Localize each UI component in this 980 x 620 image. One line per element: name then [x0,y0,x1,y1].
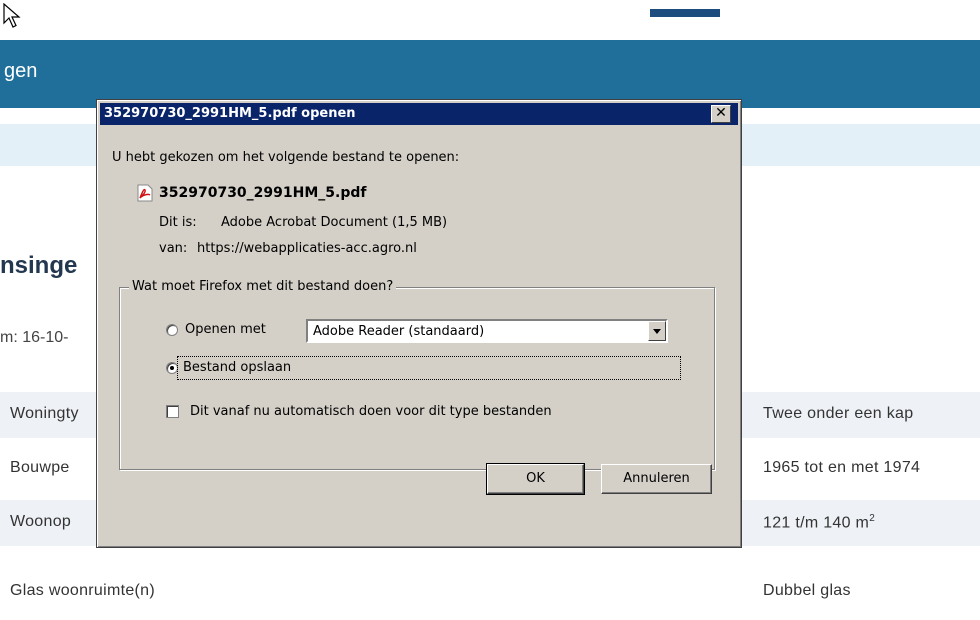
radio-selected-dot [170,366,174,370]
row-label: Glas woonruimte(n) [10,582,156,599]
row-label: Woonop [10,513,72,530]
row-value-text: 121 t/m 140 m [763,514,870,532]
intro-text: U hebt gekozen om het volgende bestand t… [112,150,460,165]
top-accent-bar [650,9,720,17]
page-heading: nsinge [0,252,78,279]
save-file-label[interactable]: Bestand opslaan [183,360,291,375]
dialog-title: 352970730_2991HM_5.pdf openen [104,106,356,121]
ok-button[interactable]: OK [486,463,585,495]
row-value: Twee onder een kap [763,405,914,422]
close-icon[interactable]: ✕ [711,105,731,123]
row-value: 121 t/m 140 m2 [763,513,875,532]
open-file-dialog: 352970730_2991HM_5.pdf openen ✕ U hebt g… [96,99,742,548]
row-value: Dubbel glas [763,582,851,599]
file-name: 352970730_2991HM_5.pdf [159,185,367,201]
open-with-radio[interactable] [166,324,178,336]
file-type-label: Dit is: [159,215,197,230]
file-source-label: van: [159,241,188,256]
row-value: 1965 tot en met 1974 [763,459,921,476]
dialog-titlebar[interactable]: 352970730_2991HM_5.pdf openen ✕ [100,103,738,125]
application-select-value: Adobe Reader (standaard) [313,324,485,339]
auto-action-checkbox[interactable] [166,405,179,418]
unit-superscript: 2 [869,513,876,524]
action-group-label: Wat moet Firefox met dit bestand doen? [129,279,397,294]
page-banner [0,40,980,108]
open-with-label[interactable]: Openen met [185,322,266,337]
banner-title[interactable]: gen [4,60,37,83]
row-label: Bouwpe [10,459,70,476]
mouse-pointer-icon [3,3,21,28]
date-text: m: 16-10- [0,329,69,346]
table-row: Glas woonruimte(n) Dubbel glas [0,574,980,620]
cancel-button[interactable]: Annuleren [601,464,712,494]
application-select[interactable]: Adobe Reader (standaard) [306,319,668,343]
file-source-url: https://webapplicaties-acc.agro.nl [197,241,417,256]
chevron-down-icon[interactable] [648,321,666,341]
file-type-value: Adobe Acrobat Document (1,5 MB) [221,215,448,230]
auto-action-label[interactable]: Dit vanaf nu automatisch doen voor dit t… [190,404,552,419]
row-label: Woningty [10,405,79,422]
pdf-file-icon [137,184,153,202]
